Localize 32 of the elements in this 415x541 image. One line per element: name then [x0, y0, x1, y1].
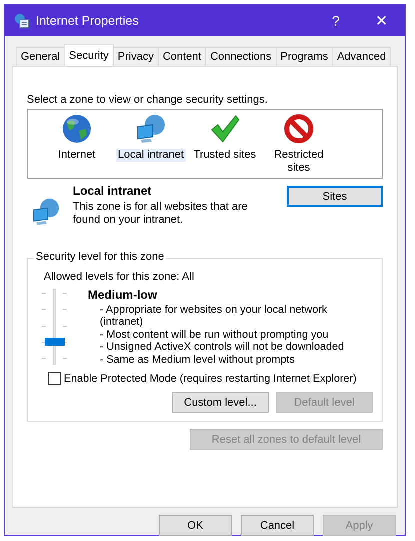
tab[interactable]: General: [16, 47, 66, 66]
tab[interactable]: Advanced: [332, 47, 392, 66]
allowed-levels-text: Allowed levels for this zone: All: [44, 271, 196, 283]
close-button[interactable]: ✕: [359, 5, 405, 36]
checkmark-icon: [209, 113, 241, 145]
zone-description: This zone is for all websites that are found on your intranet.: [73, 201, 249, 227]
help-button[interactable]: ?: [313, 5, 359, 36]
level-detail: - Unsigned ActiveX controls will not be downloaded: [99, 341, 346, 354]
level-detail: - Most content will be run without prompting you: [99, 328, 330, 341]
zone-title: Local intranet: [73, 184, 153, 198]
globe-icon: [61, 113, 93, 145]
level-detail: - Same as Medium level without prompts: [99, 354, 296, 366]
sites-button[interactable]: Sites: [287, 186, 383, 207]
zone-item[interactable]: Restricted sites: [262, 149, 336, 175]
zone-item[interactable]: Internet: [56, 149, 98, 162]
window-title: Internet Properties: [36, 14, 140, 28]
computer-globe-icon: [135, 113, 167, 145]
no-entry-icon: [283, 113, 315, 145]
zone-item[interactable]: Local intranet: [116, 149, 186, 162]
level-name: Medium-low: [88, 289, 158, 302]
tab[interactable]: Security: [64, 44, 114, 66]
zone-prompt: Select a zone to view or change security settings.: [27, 94, 269, 106]
checkbox-label: Enable Protected Mode (requires restarting Internet Explorer): [64, 372, 357, 384]
dialog-button[interactable]: OK: [159, 515, 232, 536]
level-detail: - Appropriate for websites on your local network (intranet): [99, 304, 328, 328]
group-legend: Security level for this zone: [34, 251, 166, 263]
app-icon: [14, 12, 30, 28]
dialog-button[interactable]: Cancel: [241, 515, 314, 536]
checkbox[interactable]: [48, 372, 61, 385]
zone-item[interactable]: Trusted sites: [192, 149, 258, 162]
computer-globe-icon: [31, 196, 61, 228]
custom-level-button[interactable]: Custom level...: [172, 392, 269, 413]
